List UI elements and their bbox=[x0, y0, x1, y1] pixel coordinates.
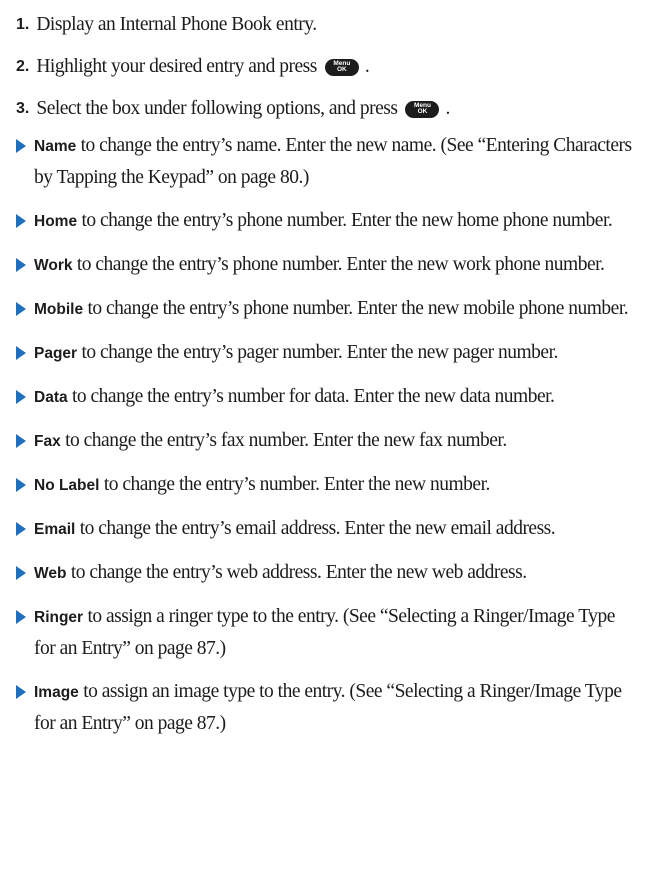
option-item-pager: Pager to change the entry’s pager number… bbox=[16, 337, 648, 369]
option-description: to change the entry’s phone number. Ente… bbox=[72, 254, 605, 275]
option-description: to change the entry’s phone number. Ente… bbox=[83, 298, 629, 319]
triangle-right-icon bbox=[16, 390, 26, 404]
option-description: to change the entry’s name. Enter the ne… bbox=[34, 135, 632, 188]
step-1: 1. Display an Internal Phone Book entry. bbox=[16, 4, 646, 46]
option-item-mobile: Mobile to change the entry’s phone numbe… bbox=[16, 293, 648, 325]
option-description: to change the entry’s number for data. E… bbox=[67, 386, 555, 407]
option-item-data: Data to change the entry’s number for da… bbox=[16, 381, 648, 413]
option-item-web: Web to change the entry’s web address. E… bbox=[16, 557, 648, 589]
triangle-right-icon bbox=[16, 522, 26, 536]
step-list: 1. Display an Internal Phone Book entry.… bbox=[16, 4, 646, 130]
option-term: Ringer bbox=[34, 609, 84, 626]
step-text: Display an Internal Phone Book entry. bbox=[36, 14, 317, 35]
option-item-ringer: Ringer to assign a ringer type to the en… bbox=[16, 601, 648, 664]
step-text: Select the box under following options, … bbox=[36, 98, 398, 119]
triangle-right-icon bbox=[16, 434, 26, 448]
option-term: Data bbox=[34, 389, 68, 406]
option-term: Pager bbox=[34, 345, 78, 362]
triangle-right-icon bbox=[16, 566, 26, 580]
step-number: 3. bbox=[16, 100, 30, 117]
triangle-right-icon bbox=[16, 610, 26, 624]
option-term: No Label bbox=[34, 477, 100, 494]
menu-ok-key-icon: Menu OK bbox=[405, 100, 440, 118]
option-description: to assign an image type to the entry. (S… bbox=[34, 681, 622, 734]
menu-ok-key-icon: Menu OK bbox=[324, 58, 359, 76]
triangle-right-icon bbox=[16, 346, 26, 360]
option-term: Work bbox=[34, 257, 73, 274]
step-2: 2. Highlight your desired entry and pres… bbox=[16, 46, 646, 88]
triangle-right-icon bbox=[16, 139, 26, 153]
option-term: Email bbox=[34, 521, 76, 538]
option-item-image: Image to assign an image type to the ent… bbox=[16, 676, 648, 739]
option-item-name: Name to change the entry’s name. Enter t… bbox=[16, 130, 648, 193]
option-description: to change the entry’s fax number. Enter … bbox=[60, 430, 507, 451]
option-description: to assign a ringer type to the entry. (S… bbox=[34, 606, 615, 659]
option-description: to change the entry’s phone number. Ente… bbox=[77, 210, 613, 231]
option-item-no-label: No Label to change the entry’s number. E… bbox=[16, 469, 648, 501]
option-description: to change the entry’s email address. Ent… bbox=[75, 518, 556, 539]
option-term: Mobile bbox=[34, 301, 84, 318]
step-text: Highlight your desired entry and press bbox=[36, 56, 317, 77]
manual-page: 1. Display an Internal Phone Book entry.… bbox=[0, 0, 654, 882]
option-term: Image bbox=[34, 684, 79, 701]
option-description: to change the entry’s pager number. Ente… bbox=[77, 342, 558, 363]
key-label-bottom: OK bbox=[417, 108, 428, 115]
triangle-right-icon bbox=[16, 302, 26, 316]
triangle-right-icon bbox=[16, 478, 26, 492]
step-3: 3. Select the box under following option… bbox=[16, 88, 646, 130]
option-item-home: Home to change the entry’s phone number.… bbox=[16, 205, 648, 237]
key-label-bottom: OK bbox=[336, 66, 347, 73]
triangle-right-icon bbox=[16, 685, 26, 699]
triangle-right-icon bbox=[16, 258, 26, 272]
option-term: Home bbox=[34, 213, 78, 230]
step-end-punct: . bbox=[445, 98, 450, 119]
option-description: to change the entry’s number. Enter the … bbox=[99, 474, 491, 495]
option-term: Fax bbox=[34, 433, 61, 450]
triangle-right-icon bbox=[16, 214, 26, 228]
option-item-email: Email to change the entry’s email addres… bbox=[16, 513, 648, 545]
step-number: 2. bbox=[16, 58, 30, 75]
option-description: to change the entry’s web address. Enter… bbox=[66, 562, 527, 583]
option-item-work: Work to change the entry’s phone number.… bbox=[16, 249, 648, 281]
option-list: Name to change the entry’s name. Enter t… bbox=[16, 130, 648, 751]
option-term: Name bbox=[34, 138, 77, 155]
option-item-fax: Fax to change the entry’s fax number. En… bbox=[16, 425, 648, 457]
step-number: 1. bbox=[16, 16, 30, 33]
option-term: Web bbox=[34, 565, 67, 582]
step-end-punct: . bbox=[364, 56, 370, 77]
